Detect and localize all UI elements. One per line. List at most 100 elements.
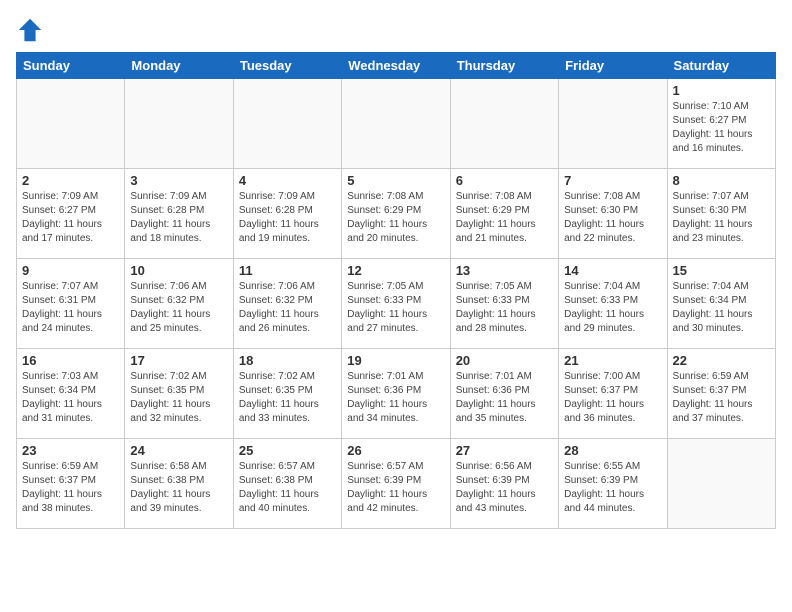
weekday-header-sunday: Sunday bbox=[17, 53, 125, 79]
weekday-header-monday: Monday bbox=[125, 53, 233, 79]
day-number: 9 bbox=[22, 263, 119, 278]
day-number: 19 bbox=[347, 353, 444, 368]
day-number: 28 bbox=[564, 443, 661, 458]
day-number: 5 bbox=[347, 173, 444, 188]
day-info: Sunrise: 7:02 AM Sunset: 6:35 PM Dayligh… bbox=[130, 370, 227, 426]
day-number: 18 bbox=[239, 353, 336, 368]
day-info: Sunrise: 6:58 AM Sunset: 6:38 PM Dayligh… bbox=[130, 460, 227, 516]
day-info: Sunrise: 6:57 AM Sunset: 6:38 PM Dayligh… bbox=[239, 460, 336, 516]
calendar-day: 27 Sunrise: 6:56 AM Sunset: 6:39 PM Dayl… bbox=[450, 439, 558, 529]
calendar-day: 17 Sunrise: 7:02 AM Sunset: 6:35 PM Dayl… bbox=[125, 349, 233, 439]
day-info: Sunrise: 7:09 AM Sunset: 6:27 PM Dayligh… bbox=[22, 190, 119, 246]
calendar-day bbox=[342, 79, 450, 169]
day-number: 24 bbox=[130, 443, 227, 458]
day-info: Sunrise: 7:08 AM Sunset: 6:29 PM Dayligh… bbox=[456, 190, 553, 246]
weekday-header-tuesday: Tuesday bbox=[233, 53, 341, 79]
day-number: 2 bbox=[22, 173, 119, 188]
day-number: 17 bbox=[130, 353, 227, 368]
day-info: Sunrise: 7:02 AM Sunset: 6:35 PM Dayligh… bbox=[239, 370, 336, 426]
calendar-day: 18 Sunrise: 7:02 AM Sunset: 6:35 PM Dayl… bbox=[233, 349, 341, 439]
calendar-day: 16 Sunrise: 7:03 AM Sunset: 6:34 PM Dayl… bbox=[17, 349, 125, 439]
day-number: 14 bbox=[564, 263, 661, 278]
calendar-week-5: 23 Sunrise: 6:59 AM Sunset: 6:37 PM Dayl… bbox=[17, 439, 776, 529]
calendar-day bbox=[559, 79, 667, 169]
day-number: 4 bbox=[239, 173, 336, 188]
day-info: Sunrise: 7:03 AM Sunset: 6:34 PM Dayligh… bbox=[22, 370, 119, 426]
day-number: 26 bbox=[347, 443, 444, 458]
calendar-day bbox=[233, 79, 341, 169]
calendar-day: 3 Sunrise: 7:09 AM Sunset: 6:28 PM Dayli… bbox=[125, 169, 233, 259]
calendar-day: 8 Sunrise: 7:07 AM Sunset: 6:30 PM Dayli… bbox=[667, 169, 775, 259]
calendar-day: 12 Sunrise: 7:05 AM Sunset: 6:33 PM Dayl… bbox=[342, 259, 450, 349]
day-info: Sunrise: 7:07 AM Sunset: 6:30 PM Dayligh… bbox=[673, 190, 770, 246]
calendar-header-row: SundayMondayTuesdayWednesdayThursdayFrid… bbox=[17, 53, 776, 79]
day-info: Sunrise: 7:01 AM Sunset: 6:36 PM Dayligh… bbox=[347, 370, 444, 426]
day-number: 6 bbox=[456, 173, 553, 188]
day-number: 20 bbox=[456, 353, 553, 368]
day-info: Sunrise: 6:56 AM Sunset: 6:39 PM Dayligh… bbox=[456, 460, 553, 516]
calendar-day bbox=[125, 79, 233, 169]
day-number: 3 bbox=[130, 173, 227, 188]
day-info: Sunrise: 7:00 AM Sunset: 6:37 PM Dayligh… bbox=[564, 370, 661, 426]
weekday-header-friday: Friday bbox=[559, 53, 667, 79]
day-number: 7 bbox=[564, 173, 661, 188]
calendar-week-2: 2 Sunrise: 7:09 AM Sunset: 6:27 PM Dayli… bbox=[17, 169, 776, 259]
day-number: 15 bbox=[673, 263, 770, 278]
calendar-day: 28 Sunrise: 6:55 AM Sunset: 6:39 PM Dayl… bbox=[559, 439, 667, 529]
day-number: 12 bbox=[347, 263, 444, 278]
day-info: Sunrise: 7:09 AM Sunset: 6:28 PM Dayligh… bbox=[130, 190, 227, 246]
calendar-day: 6 Sunrise: 7:08 AM Sunset: 6:29 PM Dayli… bbox=[450, 169, 558, 259]
calendar-day: 25 Sunrise: 6:57 AM Sunset: 6:38 PM Dayl… bbox=[233, 439, 341, 529]
day-number: 8 bbox=[673, 173, 770, 188]
weekday-header-wednesday: Wednesday bbox=[342, 53, 450, 79]
calendar-day: 20 Sunrise: 7:01 AM Sunset: 6:36 PM Dayl… bbox=[450, 349, 558, 439]
day-number: 16 bbox=[22, 353, 119, 368]
calendar-day: 19 Sunrise: 7:01 AM Sunset: 6:36 PM Dayl… bbox=[342, 349, 450, 439]
weekday-header-thursday: Thursday bbox=[450, 53, 558, 79]
day-number: 23 bbox=[22, 443, 119, 458]
weekday-header-saturday: Saturday bbox=[667, 53, 775, 79]
calendar-day: 11 Sunrise: 7:06 AM Sunset: 6:32 PM Dayl… bbox=[233, 259, 341, 349]
day-info: Sunrise: 6:55 AM Sunset: 6:39 PM Dayligh… bbox=[564, 460, 661, 516]
calendar-day: 4 Sunrise: 7:09 AM Sunset: 6:28 PM Dayli… bbox=[233, 169, 341, 259]
calendar-day: 22 Sunrise: 6:59 AM Sunset: 6:37 PM Dayl… bbox=[667, 349, 775, 439]
day-info: Sunrise: 7:10 AM Sunset: 6:27 PM Dayligh… bbox=[673, 100, 770, 156]
day-info: Sunrise: 7:06 AM Sunset: 6:32 PM Dayligh… bbox=[130, 280, 227, 336]
day-number: 27 bbox=[456, 443, 553, 458]
day-info: Sunrise: 7:05 AM Sunset: 6:33 PM Dayligh… bbox=[347, 280, 444, 336]
calendar-day: 14 Sunrise: 7:04 AM Sunset: 6:33 PM Dayl… bbox=[559, 259, 667, 349]
day-number: 22 bbox=[673, 353, 770, 368]
day-info: Sunrise: 7:09 AM Sunset: 6:28 PM Dayligh… bbox=[239, 190, 336, 246]
day-number: 21 bbox=[564, 353, 661, 368]
calendar-day: 21 Sunrise: 7:00 AM Sunset: 6:37 PM Dayl… bbox=[559, 349, 667, 439]
day-info: Sunrise: 6:59 AM Sunset: 6:37 PM Dayligh… bbox=[22, 460, 119, 516]
calendar-week-1: 1 Sunrise: 7:10 AM Sunset: 6:27 PM Dayli… bbox=[17, 79, 776, 169]
day-number: 13 bbox=[456, 263, 553, 278]
day-number: 11 bbox=[239, 263, 336, 278]
day-info: Sunrise: 7:08 AM Sunset: 6:29 PM Dayligh… bbox=[347, 190, 444, 246]
calendar-day bbox=[17, 79, 125, 169]
logo bbox=[16, 16, 48, 44]
logo-icon bbox=[16, 16, 44, 44]
day-info: Sunrise: 6:59 AM Sunset: 6:37 PM Dayligh… bbox=[673, 370, 770, 426]
day-info: Sunrise: 7:07 AM Sunset: 6:31 PM Dayligh… bbox=[22, 280, 119, 336]
calendar-day bbox=[667, 439, 775, 529]
calendar-week-4: 16 Sunrise: 7:03 AM Sunset: 6:34 PM Dayl… bbox=[17, 349, 776, 439]
calendar-day bbox=[450, 79, 558, 169]
day-info: Sunrise: 7:04 AM Sunset: 6:33 PM Dayligh… bbox=[564, 280, 661, 336]
day-info: Sunrise: 7:05 AM Sunset: 6:33 PM Dayligh… bbox=[456, 280, 553, 336]
calendar-day: 23 Sunrise: 6:59 AM Sunset: 6:37 PM Dayl… bbox=[17, 439, 125, 529]
calendar-day: 13 Sunrise: 7:05 AM Sunset: 6:33 PM Dayl… bbox=[450, 259, 558, 349]
day-number: 10 bbox=[130, 263, 227, 278]
calendar-day: 5 Sunrise: 7:08 AM Sunset: 6:29 PM Dayli… bbox=[342, 169, 450, 259]
day-info: Sunrise: 6:57 AM Sunset: 6:39 PM Dayligh… bbox=[347, 460, 444, 516]
day-info: Sunrise: 7:08 AM Sunset: 6:30 PM Dayligh… bbox=[564, 190, 661, 246]
calendar-day: 10 Sunrise: 7:06 AM Sunset: 6:32 PM Dayl… bbox=[125, 259, 233, 349]
day-number: 25 bbox=[239, 443, 336, 458]
day-number: 1 bbox=[673, 83, 770, 98]
calendar-day: 2 Sunrise: 7:09 AM Sunset: 6:27 PM Dayli… bbox=[17, 169, 125, 259]
calendar-day: 1 Sunrise: 7:10 AM Sunset: 6:27 PM Dayli… bbox=[667, 79, 775, 169]
day-info: Sunrise: 7:04 AM Sunset: 6:34 PM Dayligh… bbox=[673, 280, 770, 336]
page-header bbox=[16, 16, 776, 44]
day-info: Sunrise: 7:01 AM Sunset: 6:36 PM Dayligh… bbox=[456, 370, 553, 426]
